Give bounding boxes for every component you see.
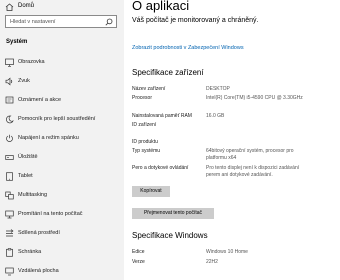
sidebar-item-label: Promítání na tento počítač [18, 211, 83, 217]
sidebar-item-label: Schránka [18, 249, 42, 255]
device-specs-heading: Specifikace zařízení [132, 68, 204, 77]
sidebar: Domů Hledat v nastavení Systém Obrazovka… [0, 0, 124, 280]
protection-status: Váš počítač je monitorovaný a chráněný. [132, 17, 259, 24]
spec-label: Edice [132, 249, 145, 255]
page-title: O aplikaci [132, 0, 190, 13]
main-content: O aplikaci Váš počítač je monitorovaný a… [124, 0, 340, 280]
remote-desktop-icon [5, 267, 14, 276]
moon-icon [6, 115, 14, 124]
spec-value: DESKTOP [206, 86, 230, 92]
sidebar-item-label: Multitasking [18, 192, 48, 198]
sidebar-item-focus-assist[interactable]: Pomocník pro lepší soustředění [0, 111, 124, 128]
notification-icon [5, 96, 14, 104]
sidebar-item-tablet[interactable]: Tablet [0, 168, 124, 185]
spec-value: 64bitový operační systém, procesor pro p… [206, 148, 294, 161]
rename-pc-button[interactable]: Přejmenovat tento počítač [132, 208, 214, 219]
system-heading: Systém [6, 39, 28, 45]
sidebar-item-remote-desktop[interactable]: Vzdálená plocha [0, 263, 124, 280]
home-nav-item[interactable]: Domů [0, 1, 124, 13]
security-details-link[interactable]: Zobrazit podrobnosti v Zabezpečení Windo… [132, 44, 244, 52]
sidebar-item-sound[interactable]: Zvuk [0, 73, 124, 90]
home-icon [5, 3, 14, 11]
sidebar-item-label: Obrazovka [18, 59, 45, 65]
sidebar-item-label: Napájení a režim spánku [18, 135, 79, 141]
spec-value: 16.0 GB [206, 113, 225, 119]
spec-label: Procesor [132, 95, 153, 101]
spec-label: ID zařízení [132, 122, 157, 128]
spec-value: Pro tento displej není k dispozici zadáv… [206, 165, 300, 178]
sidebar-item-label: Zvuk [18, 78, 30, 84]
sidebar-item-shared-experiences[interactable]: Sdílená prostředí [0, 225, 124, 242]
spec-value: Intel(R) Core(TM) i5-4590 CPU @ 3.30GHz [206, 95, 303, 101]
sidebar-item-label: Vzdálená plocha [18, 268, 59, 274]
spec-value: 22H2 [206, 259, 218, 265]
tablet-icon [6, 172, 13, 181]
spec-value: Windows 10 Home [206, 249, 248, 255]
sidebar-item-notifications[interactable]: Oznámení a akce [0, 92, 124, 109]
sidebar-item-label: Pomocník pro lepší soustředění [18, 116, 96, 122]
sidebar-item-projecting[interactable]: Promítání na tento počítač [0, 206, 124, 223]
sidebar-item-display[interactable]: Obrazovka [0, 54, 124, 71]
sidebar-item-clipboard[interactable]: Schránka [0, 244, 124, 261]
sidebar-item-multitasking[interactable]: Multitasking [0, 187, 124, 204]
projector-icon [5, 210, 14, 219]
storage-icon [5, 155, 14, 160]
copy-button[interactable]: Kopírovat [132, 186, 170, 197]
sidebar-item-label: Oznámení a akce [18, 97, 62, 103]
spec-label: Pero a dotykové ovládání [132, 165, 189, 171]
power-icon [6, 134, 13, 142]
monitor-icon [5, 58, 14, 67]
speaker-icon [5, 77, 13, 86]
spec-label: ID produktu [132, 139, 158, 145]
home-label: Domů [18, 3, 35, 9]
sidebar-item-storage[interactable]: Úložiště [0, 149, 124, 166]
sidebar-item-label: Tablet [18, 173, 33, 179]
windows-specs-heading: Specifikace Windows [132, 231, 208, 240]
search-input[interactable]: Hledat v nastavení [5, 15, 117, 28]
shared-experience-icon [6, 229, 14, 237]
sidebar-item-power-sleep[interactable]: Napájení a režim spánku [0, 130, 124, 147]
multitasking-icon [5, 191, 14, 200]
spec-label: Nainstalovaná paměť RAM [132, 113, 192, 119]
spec-label: Verze [132, 259, 145, 265]
search-icon [105, 18, 113, 26]
sidebar-item-label: Sdílená prostředí [18, 230, 60, 236]
search-placeholder: Hledat v nastavení [10, 19, 56, 25]
spec-label: Typ systému [132, 148, 161, 154]
sidebar-item-label: Úložiště [18, 154, 38, 160]
spec-label: Název zařízení [132, 86, 166, 92]
clipboard-icon [6, 248, 13, 257]
